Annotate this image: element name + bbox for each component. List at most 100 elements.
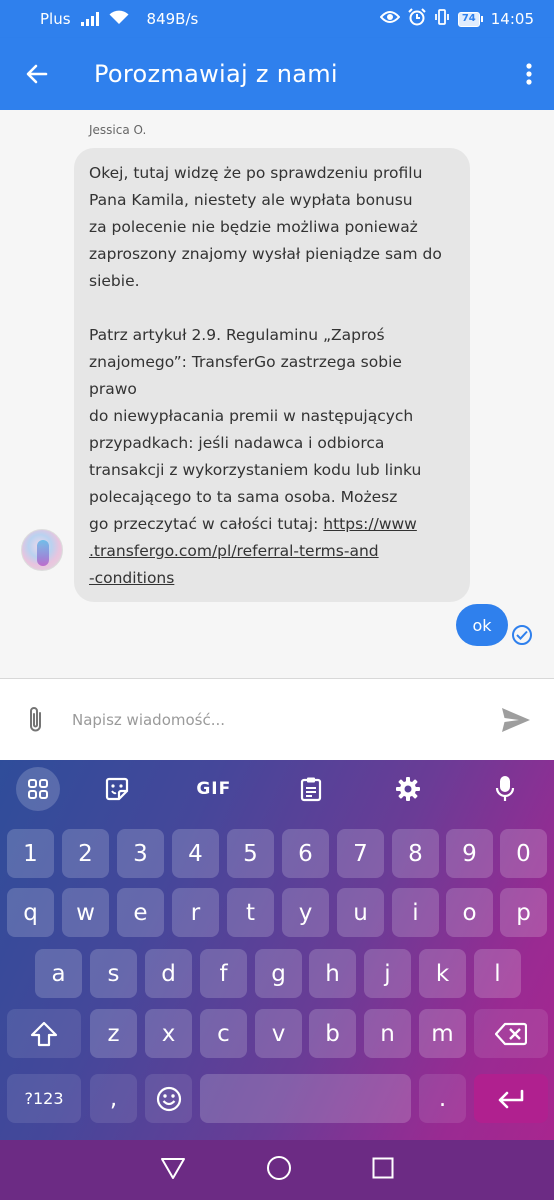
keyboard: GIF 1 2 3 4 5 6 7 8 9 0 q w e r t y u i …: [0, 760, 554, 1140]
triangle-back-icon: [161, 1158, 185, 1179]
clipboard-icon: [300, 777, 322, 802]
app-bar: Porozmawiaj z nami: [0, 38, 554, 110]
attach-button[interactable]: [0, 705, 72, 735]
nav-back-button[interactable]: [160, 1156, 186, 1184]
key-i[interactable]: i: [392, 888, 439, 937]
key-j[interactable]: j: [364, 949, 411, 998]
key-r[interactable]: r: [172, 888, 219, 937]
key-5[interactable]: 5: [227, 829, 274, 878]
key-z[interactable]: z: [90, 1009, 137, 1058]
gif-label: GIF: [196, 779, 232, 799]
more-options-button[interactable]: [504, 38, 554, 110]
square-recents-icon: [372, 1157, 394, 1179]
key-e[interactable]: e: [117, 888, 164, 937]
voice-button[interactable]: [457, 760, 554, 818]
more-vertical-icon: [526, 63, 532, 85]
key-f[interactable]: f: [200, 949, 247, 998]
vibrate-icon: [434, 9, 450, 29]
clock: 14:05: [490, 10, 534, 28]
key-w[interactable]: w: [62, 888, 109, 937]
key-n[interactable]: n: [364, 1009, 411, 1058]
comma-key[interactable]: ,: [90, 1074, 137, 1123]
sender-name: Jessica O.: [89, 123, 147, 137]
key-l[interactable]: l: [474, 949, 521, 998]
key-y[interactable]: y: [282, 888, 329, 937]
key-7[interactable]: 7: [337, 829, 384, 878]
key-q[interactable]: q: [7, 888, 54, 937]
nav-home-button[interactable]: [266, 1155, 292, 1185]
key-v[interactable]: v: [255, 1009, 302, 1058]
signal-icon: [80, 12, 99, 26]
space-key[interactable]: [200, 1074, 411, 1123]
nav-recents-button[interactable]: [372, 1157, 394, 1183]
alarm-icon: [408, 8, 426, 30]
sticker-button[interactable]: [68, 760, 165, 818]
key-0[interactable]: 0: [500, 829, 547, 878]
page-title: Porozmawiaj z nami: [94, 60, 338, 88]
carrier-label: Plus: [40, 10, 71, 28]
shift-key[interactable]: [7, 1009, 81, 1058]
gear-icon: [396, 777, 421, 801]
key-p[interactable]: p: [500, 888, 547, 937]
microphone-icon: [496, 776, 515, 801]
composer: [0, 678, 554, 760]
keyboard-toolbar: GIF: [0, 760, 554, 818]
clipboard-button[interactable]: [262, 760, 359, 818]
key-c[interactable]: c: [200, 1009, 247, 1058]
key-t[interactable]: t: [227, 888, 274, 937]
check-icon: [512, 625, 532, 645]
key-m[interactable]: m: [419, 1009, 466, 1058]
key-u[interactable]: u: [337, 888, 384, 937]
grid-icon: [28, 779, 48, 799]
circle-home-icon: [267, 1156, 291, 1180]
outgoing-message: ok: [456, 604, 508, 646]
key-o[interactable]: o: [446, 888, 493, 937]
outgoing-message-text: ok: [472, 615, 492, 635]
settings-button[interactable]: [360, 760, 457, 818]
arrow-left-icon: [26, 64, 48, 84]
back-button[interactable]: [0, 38, 74, 110]
message-text: Okej, tutaj widzę że po sprawdzeniu prof…: [89, 164, 442, 533]
key-a[interactable]: a: [35, 949, 82, 998]
sticker-icon: [105, 777, 128, 801]
key-s[interactable]: s: [90, 949, 137, 998]
enter-icon: [498, 1089, 524, 1108]
emoji-key[interactable]: [145, 1074, 192, 1123]
key-k[interactable]: k: [419, 949, 466, 998]
backspace-key[interactable]: [474, 1009, 548, 1058]
network-speed: 849B/s: [146, 10, 199, 28]
battery-level: 74: [457, 11, 480, 27]
gif-button[interactable]: GIF: [165, 760, 262, 818]
chat-area[interactable]: Jessica O. Okej, tutaj widzę że po spraw…: [0, 110, 554, 678]
emoji-icon: [156, 1086, 181, 1111]
apps-grid-button[interactable]: [8, 760, 68, 818]
key-4[interactable]: 4: [172, 829, 219, 878]
shift-icon: [30, 1021, 58, 1046]
key-8[interactable]: 8: [392, 829, 439, 878]
key-x[interactable]: x: [145, 1009, 192, 1058]
key-2[interactable]: 2: [62, 829, 109, 878]
key-6[interactable]: 6: [282, 829, 329, 878]
key-1[interactable]: 1: [7, 829, 54, 878]
incoming-message: Okej, tutaj widzę że po sprawdzeniu prof…: [74, 148, 470, 602]
paperclip-icon: [30, 706, 41, 731]
key-d[interactable]: d: [145, 949, 192, 998]
period-key[interactable]: .: [419, 1074, 466, 1123]
wifi-icon: [109, 10, 129, 29]
eye-icon: [379, 10, 401, 28]
avatar: [21, 529, 63, 571]
battery-icon: 74: [457, 11, 483, 27]
system-nav-bar: [0, 1140, 554, 1200]
message-input[interactable]: [72, 710, 478, 729]
key-3[interactable]: 3: [117, 829, 164, 878]
key-9[interactable]: 9: [446, 829, 493, 878]
symbols-key[interactable]: ?123: [7, 1074, 81, 1123]
status-bar: Plus 849B/s 74 14:05: [0, 0, 554, 38]
send-icon: [502, 707, 530, 732]
key-g[interactable]: g: [255, 949, 302, 998]
enter-key[interactable]: [474, 1074, 548, 1123]
key-h[interactable]: h: [309, 949, 356, 998]
key-b[interactable]: b: [309, 1009, 356, 1058]
backspace-icon: [495, 1022, 527, 1045]
send-button[interactable]: [478, 707, 554, 733]
